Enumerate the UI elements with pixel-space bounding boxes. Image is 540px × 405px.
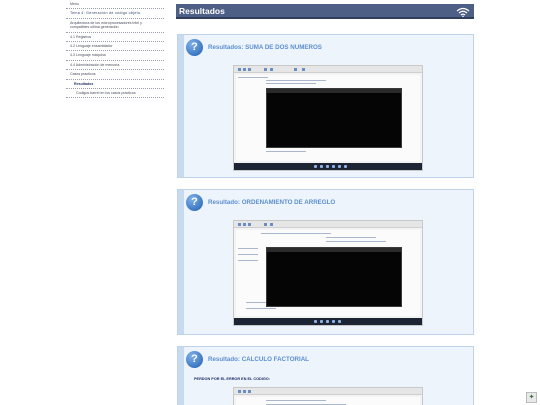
sidebar-item-casos-practicos[interactable]: Casos practicos	[66, 70, 164, 80]
sidebar-item-maquina[interactable]: 4.3 Lenguaje máquina	[66, 51, 164, 61]
card-band	[178, 35, 184, 177]
card-band	[178, 347, 184, 405]
card-band	[178, 190, 184, 334]
page-title: Resultados	[179, 6, 225, 16]
wifi-icon	[456, 7, 470, 17]
help-question-icon: ?	[186, 39, 203, 56]
card-note: PERDON POR EL ERROR EN EL CODIGO:	[194, 377, 271, 381]
result-card-factorial: ? Resultado: CALCULO FACTORIAL PERDON PO…	[177, 346, 474, 405]
sidebar-item-arquitectura[interactable]: Arquitectura de los microprocesadores in…	[66, 19, 164, 33]
help-question-icon: ?	[186, 194, 203, 211]
taskbar	[234, 318, 422, 325]
screenshot-image	[233, 387, 423, 405]
sidebar-nav: Menu Tema 4: Generación de código objeto…	[66, 0, 164, 99]
card-title: Resultado: ORDENAMIENTO DE ARREGLO	[208, 199, 336, 206]
sidebar-item-menu[interactable]: Menu	[66, 0, 164, 10]
card-title: Resultado: CALCULO FACTORIAL	[208, 356, 309, 363]
ide-toolbar	[234, 66, 422, 73]
terminal-window	[266, 247, 402, 307]
sidebar-item-registros[interactable]: 4.1 Registros	[66, 33, 164, 43]
sidebar-item-memoria[interactable]: 4.4 Administración de memoria	[66, 61, 164, 71]
screenshot-image	[233, 220, 423, 326]
ide-toolbar	[234, 388, 422, 395]
ide-toolbar	[234, 221, 422, 228]
taskbar	[234, 163, 422, 170]
result-card-suma: ? Resultados: SUMA DE DOS NUMEROS	[177, 34, 474, 178]
screenshot-image	[233, 65, 423, 171]
page-header: Resultados	[176, 4, 474, 19]
page: Menu Tema 4: Generación de código objeto…	[0, 0, 540, 405]
card-title: Resultados: SUMA DE DOS NUMEROS	[208, 44, 322, 51]
sidebar-item-tema4[interactable]: Tema 4: Generación de código objeto.	[66, 9, 164, 19]
help-question-icon: ?	[186, 351, 203, 368]
puzzle-icon[interactable]: ✦	[526, 392, 537, 403]
sidebar-item-ensamblador[interactable]: 4.2 Lenguaje ensamblador	[66, 42, 164, 52]
result-card-ordenamiento: ? Resultado: ORDENAMIENTO DE ARREGLO	[177, 189, 474, 335]
sidebar-item-resultados[interactable]: Resultados	[66, 80, 164, 90]
sidebar-item-codigos[interactable]: Codigos barrel en los casos practicos	[66, 89, 164, 99]
terminal-window	[266, 88, 402, 148]
code-editor	[236, 397, 420, 405]
